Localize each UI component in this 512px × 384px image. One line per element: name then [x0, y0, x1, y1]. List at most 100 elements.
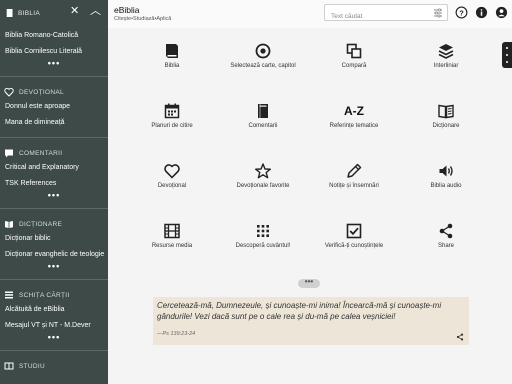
tile-label: Notițe și însemnări: [329, 183, 379, 189]
tile-share[interactable]: Share: [406, 216, 486, 276]
more-icon[interactable]: •••: [0, 262, 108, 273]
help-icon[interactable]: ?: [455, 6, 468, 19]
search-input[interactable]: [325, 9, 425, 24]
star-icon: [255, 163, 271, 179]
share-icon[interactable]: [456, 333, 464, 341]
film-icon: [164, 223, 180, 239]
divider: [0, 350, 108, 351]
sidebar-header: BIBLIA ✕ ︿: [0, 0, 108, 26]
tile-label: Interliniar: [433, 63, 459, 69]
app-title: eBiblia: [114, 5, 140, 15]
bible-icon: [166, 44, 178, 58]
comment-icon: [5, 149, 13, 158]
section-title: STUDIU: [19, 362, 45, 370]
close-icon[interactable]: ✕: [70, 6, 79, 17]
pencil-icon: [347, 163, 362, 178]
sidebar-item[interactable]: Mana de dimineață: [0, 115, 108, 131]
checkbox-icon: [346, 223, 362, 239]
speaker-icon: [439, 165, 453, 177]
compare-icon: [346, 43, 362, 59]
section-header[interactable]: STUDIU: [0, 359, 108, 373]
share-icon: [439, 223, 453, 239]
divider: [0, 279, 108, 280]
tile-label: Referințe tematice: [329, 123, 379, 129]
commentary-icon: [258, 104, 268, 118]
sidebar-header-title: BIBLIA: [18, 9, 41, 17]
sidebar-item[interactable]: Biblia Romano-Catolică: [0, 28, 108, 44]
tile-dictionaries[interactable]: Dicționare: [406, 96, 486, 156]
a-z-icon: A-Z: [344, 104, 364, 118]
chevron-up-icon[interactable]: ︿: [90, 6, 101, 17]
tile-devotional[interactable]: Devoțional: [132, 156, 212, 216]
tile-label: Dicționare: [432, 123, 460, 129]
search-box[interactable]: [324, 4, 448, 24]
tile-commentaries[interactable]: Comentarii: [223, 96, 303, 156]
tile-thematic-refs[interactable]: A-Z Referințe tematice: [314, 96, 394, 156]
tile-label: Devoțional: [157, 183, 187, 189]
more-icon[interactable]: •••: [0, 191, 108, 202]
more-icon[interactable]: •••: [0, 59, 108, 70]
tile-label: Resurse media: [151, 243, 193, 249]
section-header[interactable]: SCHIȚA CĂRȚII: [0, 288, 108, 302]
verse-of-the-day-card[interactable]: Cercetează-mă, Dumnezeule, și cunoaște-m…: [153, 297, 469, 345]
tile-select[interactable]: Selectează carte, capitol: [223, 36, 303, 96]
heart-icon: [4, 87, 14, 97]
sidebar-item[interactable]: Donnul este aproape: [0, 99, 108, 115]
tile-reading-plans[interactable]: Planuri de citire: [132, 96, 212, 156]
tile-label: Selectează carte, capitol: [230, 63, 296, 69]
sidebar-section-schita: SCHIȚA CĂRȚII Alcătuită de eBiblia Mesaj…: [0, 286, 108, 344]
more-options-icon[interactable]: [502, 42, 512, 68]
book-icon: [5, 9, 13, 17]
tile-compare[interactable]: Compară: [314, 36, 394, 96]
tile-media[interactable]: Resurse media: [132, 216, 212, 276]
app-subtitle: Citește•Studiază•Aplică: [114, 16, 172, 22]
book-open-icon: [5, 221, 13, 228]
grid-dots-icon: [257, 225, 269, 237]
tile-discover[interactable]: Descoperă cuvântul!: [223, 216, 303, 276]
sidebar-section-comentarii: COMENTARII Critical and Explanatory TSK …: [0, 144, 108, 202]
sidebar-section-dictionare: DICȚIONARE Dicționar biblic Dicționar ev…: [0, 215, 108, 273]
tile-audio-bible[interactable]: Biblia audio: [406, 156, 486, 216]
divider: [0, 137, 108, 138]
section-header[interactable]: DEVOȚIONAL: [0, 85, 108, 99]
filter-icon[interactable]: [433, 8, 443, 18]
heart-outline-icon: [164, 164, 180, 179]
section-header[interactable]: COMENTARII: [0, 146, 108, 160]
tile-interlinear[interactable]: Interliniar: [406, 36, 486, 96]
info-icon[interactable]: [475, 6, 488, 19]
dictionary-icon: [438, 104, 454, 119]
tile-label: Comentarii: [248, 123, 278, 129]
sidebar-item[interactable]: Dicționar biblic: [0, 231, 108, 247]
top-bar: eBiblia Citește•Studiază•Aplică ?: [108, 0, 512, 28]
section-title: COMENTARII: [19, 149, 63, 157]
tile-label: Planuri de citire: [151, 123, 193, 129]
section-title: DICȚIONARE: [19, 220, 63, 228]
tile-label: Biblia audio: [430, 183, 462, 189]
more-icon[interactable]: •••: [0, 333, 108, 344]
target-icon: [255, 43, 271, 59]
user-icon[interactable]: [495, 6, 508, 19]
tile-label: Compară: [341, 63, 367, 69]
verse-reference: —Ps 139:23-24: [157, 331, 196, 337]
sidebar: BIBLIA ✕ ︿ Biblia Romano-Catolică Biblia…: [0, 0, 108, 384]
sidebar-item[interactable]: Critical and Explanatory: [0, 160, 108, 176]
verse-text: Cercetează-mă, Dumnezeule, și cunoaște-m…: [157, 301, 442, 321]
page-indicator[interactable]: •••: [298, 278, 320, 288]
section-header[interactable]: DICȚIONARE: [0, 217, 108, 231]
tile-notes[interactable]: Notițe și însemnări: [314, 156, 394, 216]
study-icon: [4, 362, 14, 370]
outline-icon: [5, 291, 13, 299]
tile-label: Verifică-ți cunoștințele: [324, 243, 384, 249]
tile-label: Descoperă cuvântul!: [235, 243, 291, 249]
sidebar-section-studiu: STUDIU: [0, 357, 108, 373]
sidebar-section-biblia: Biblia Romano-Catolică Biblia Cornilescu…: [0, 26, 108, 70]
tile-favorite-devotionals[interactable]: Devoționale favorite: [223, 156, 303, 216]
sidebar-item[interactable]: Alcătuită de eBiblia: [0, 302, 108, 318]
layers-icon: [438, 44, 454, 59]
section-title: DEVOȚIONAL: [19, 88, 64, 96]
tile-biblia[interactable]: Biblia: [132, 36, 212, 96]
tile-label: Biblia: [164, 63, 180, 69]
sidebar-section-devotional: DEVOȚIONAL Donnul este aproape Mana de d…: [0, 83, 108, 131]
section-title: SCHIȚA CĂRȚII: [19, 291, 70, 299]
tile-quiz[interactable]: Verifică-ți cunoștințele: [314, 216, 394, 276]
